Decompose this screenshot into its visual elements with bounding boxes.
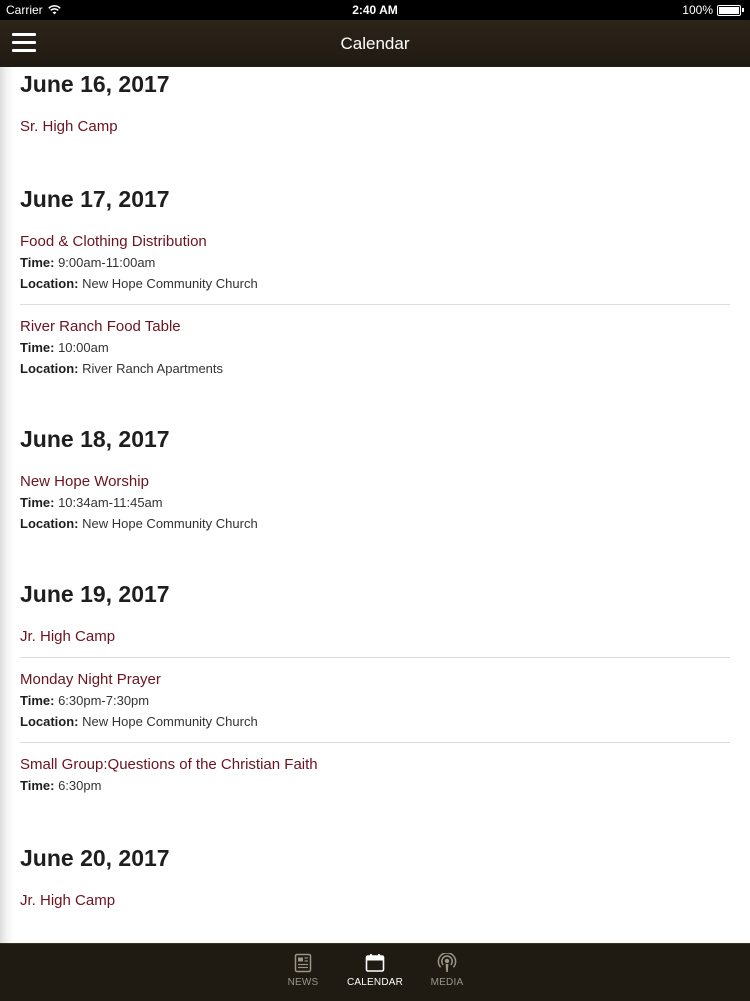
location-value: River Ranch Apartments [82,361,224,376]
event-location: Location: New Hope Community Church [20,513,730,534]
tab-label: MEDIA [430,977,464,988]
event-title[interactable]: Jr. High Camp [20,627,730,647]
page-title: Calendar [340,34,410,53]
location-label: Location: [20,361,79,376]
tab-list: NEWS CALENDAR MEDIA [0,944,750,1001]
time-label: Time: [20,255,55,270]
event-item[interactable]: Jr. High Camp [20,891,730,911]
time-label: Time: [20,495,55,510]
date-heading: June 17, 2017 [20,186,170,212]
battery-percent: 100% [682,3,713,17]
time-value: 10:34am-11:45am [58,495,163,510]
calendar-day: June 16, 2017 Sr. High Camp [0,69,750,137]
date-heading: June 20, 2017 [20,845,170,871]
time-label: Time: [20,693,55,708]
battery-icon [717,4,741,16]
calendar-day: June 19, 2017 Jr. High Camp Monday Night P… [0,579,750,796]
event-item[interactable]: Monday Night Prayer Time: 6:30pm-7:30pm Lo… [20,670,730,732]
time-value: 9:00am-11:00am [58,255,156,270]
tab-media[interactable]: MEDIA [423,944,471,1001]
tab-label: NEWS [287,977,319,988]
event-time: Time: 6:30pm-7:30pm [20,690,730,711]
calendar-icon [365,953,385,973]
event-title[interactable]: Jr. High Camp [20,891,730,911]
location-label: Location: [20,714,79,729]
status-bar: Carrier 2:40 AM 100% [0,0,750,20]
event-item[interactable]: Jr. High Camp [20,627,730,647]
location-value: New Hope Community Church [82,714,258,729]
event-title[interactable]: Sr. High Camp [20,117,730,137]
status-time: 2:40 AM [352,3,398,17]
event-divider [20,657,730,658]
tab-news[interactable]: NEWS [279,944,327,1001]
location-value: New Hope Community Church [82,516,258,531]
news-icon [294,953,312,973]
battery-tip [742,8,744,12]
date-heading: June 19, 2017 [20,581,170,607]
event-time: Time: 9:00am-11:00am [20,252,730,273]
tab-label: CALENDAR [346,977,404,988]
event-location: Location: New Hope Community Church [20,273,730,294]
location-label: Location: [20,276,79,291]
calendar-day: June 20, 2017 Jr. High Camp [0,843,750,911]
calendar-list[interactable]: June 16, 2017 Sr. High Camp June 17, 2017 F… [0,67,750,943]
event-item[interactable]: Sr. High Camp [20,117,730,137]
event-divider [20,742,730,743]
time-label: Time: [20,778,55,793]
location-label: Location: [20,516,79,531]
event-title[interactable]: Food & Clothing Distribution [20,232,730,252]
status-right: 100% [682,3,744,17]
date-heading: June 18, 2017 [20,426,170,452]
event-title[interactable]: New Hope Worship [20,472,730,492]
event-time: Time: 10:00am [20,337,730,358]
event-title[interactable]: Small Group:Questions of the Christian F… [20,755,730,775]
event-time: Time: 10:34am-11:45am [20,492,730,513]
event-title[interactable]: River Ranch Food Table [20,317,730,337]
event-title[interactable]: Monday Night Prayer [20,670,730,690]
event-item[interactable]: River Ranch Food Table Time: 10:00am Locat… [20,317,730,379]
calendar-day: June 17, 2017 Food & Clothing Distributio… [0,184,750,379]
date-heading: June 16, 2017 [20,71,170,97]
event-divider [20,304,730,305]
location-value: New Hope Community Church [82,276,258,291]
nav-bar: Calendar [0,20,750,67]
event-item[interactable]: Food & Clothing Distribution Time: 9:00am… [20,232,730,294]
event-time: Time: 6:30pm [20,775,730,796]
tab-calendar[interactable]: CALENDAR [345,944,405,1001]
event-location: Location: New Hope Community Church [20,711,730,732]
time-label: Time: [20,340,55,355]
calendar-day: June 18, 2017 New Hope Worship Time: 10:34… [0,424,750,534]
time-value: 10:00am [58,340,109,355]
podcast-icon [437,952,457,973]
time-value: 6:30pm [58,778,102,793]
event-item[interactable]: New Hope Worship Time: 10:34am-11:45am Loc… [20,472,730,534]
tab-bar: NEWS CALENDAR MEDIA [0,943,750,1001]
time-value: 6:30pm-7:30pm [58,693,150,708]
event-location: Location: River Ranch Apartments [20,358,730,379]
event-item[interactable]: Small Group:Questions of the Christian F… [20,755,730,796]
